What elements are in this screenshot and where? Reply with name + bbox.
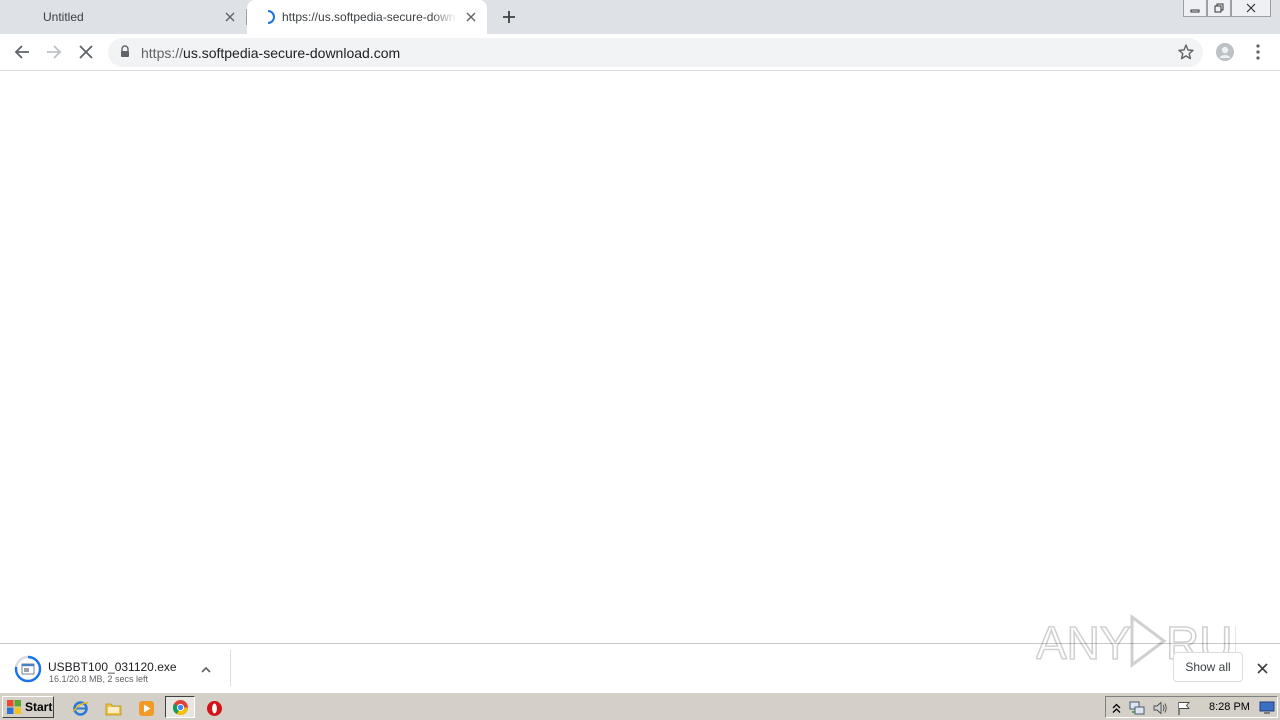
- star-icon[interactable]: [1177, 43, 1195, 61]
- start-label: Start: [25, 700, 53, 714]
- download-separator: [230, 650, 231, 686]
- lock-icon: [121, 45, 129, 57]
- tab-title: Untitled: [43, 10, 84, 24]
- opera-launcher[interactable]: [204, 698, 224, 718]
- new-tab-button[interactable]: [498, 6, 520, 28]
- restore-button[interactable]: [1207, 0, 1231, 17]
- browser-toolbar: https://us.softpedia-secure-download.com: [0, 34, 1280, 71]
- download-progress-icon: [14, 655, 42, 683]
- folder-icon: [105, 703, 121, 715]
- system-tray: 8:28 PM: [1105, 696, 1278, 718]
- windows-logo-icon: [7, 700, 21, 714]
- close-icon: [1256, 662, 1268, 674]
- taskbar: Start 8:28 PM: [0, 692, 1280, 720]
- close-icon: [79, 45, 93, 59]
- download-item[interactable]: USBBT100_031120.exe 16.1/20.8 MB, 2 secs…: [8, 647, 230, 689]
- tab-untitled[interactable]: Untitled: [0, 0, 246, 34]
- show-all-downloads-button[interactable]: Show all: [1173, 652, 1243, 682]
- internet-explorer-icon: [71, 700, 88, 716]
- explorer-launcher[interactable]: [103, 698, 123, 718]
- tab-strip: Untitled https://us.softpedia-secure-dow…: [0, 0, 1280, 34]
- download-filename: USBBT100_031120.exe: [48, 660, 177, 674]
- url-host: us.softpedia-secure-download.com: [183, 45, 401, 61]
- taskbar-clock[interactable]: 8:28 PM: [1209, 701, 1250, 713]
- download-status: 16.1/20.8 MB, 2 secs left: [49, 674, 149, 684]
- arrow-left-icon: [14, 45, 29, 59]
- forward-button[interactable]: [40, 38, 68, 66]
- download-options-button[interactable]: [198, 661, 214, 677]
- opera-icon: [206, 700, 222, 716]
- back-button[interactable]: [8, 38, 36, 66]
- network-icon: [1129, 701, 1145, 715]
- chevron-up-icon: [201, 666, 211, 673]
- network-tray-button[interactable]: [1129, 700, 1145, 716]
- more-vertical-icon: [1256, 44, 1260, 60]
- action-center-tray-button[interactable]: [1176, 700, 1192, 716]
- avatar-icon: [1216, 43, 1234, 61]
- tab-title: https://us.softpedia-secure-download.com: [282, 10, 457, 24]
- internet-explorer-launcher[interactable]: [70, 698, 90, 718]
- download-shelf: USBBT100_031120.exe 16.1/20.8 MB, 2 secs…: [0, 614, 1280, 691]
- browser-window: Untitled https://us.softpedia-secure-dow…: [0, 0, 1280, 720]
- chevron-up-icon: [1112, 703, 1120, 713]
- page-content: [0, 72, 1280, 643]
- close-shelf-button[interactable]: [1252, 658, 1272, 678]
- media-player-icon: [138, 700, 154, 716]
- tab-softpedia[interactable]: https://us.softpedia-secure-download.com: [247, 0, 487, 34]
- url-scheme: https://: [141, 45, 184, 61]
- speaker-icon: [1153, 701, 1167, 715]
- restore-icon: [1214, 3, 1224, 13]
- close-icon: [1246, 3, 1256, 13]
- plus-icon: [503, 11, 515, 23]
- address-bar[interactable]: https://us.softpedia-secure-download.com: [108, 38, 1203, 67]
- monitor-icon: [1259, 701, 1275, 714]
- url-text[interactable]: https://us.softpedia-secure-download.com: [141, 45, 400, 61]
- show-hidden-icons-button[interactable]: [1108, 700, 1124, 716]
- close-window-button[interactable]: [1231, 0, 1271, 17]
- close-tab-icon[interactable]: [463, 9, 479, 25]
- minimize-icon: [1190, 9, 1200, 13]
- profile-button[interactable]: [1211, 38, 1239, 66]
- flag-icon: [1178, 702, 1190, 715]
- volume-tray-button[interactable]: [1152, 700, 1168, 716]
- media-player-launcher[interactable]: [136, 698, 156, 718]
- minimize-button[interactable]: [1183, 0, 1207, 17]
- stop-loading-button[interactable]: [72, 38, 100, 66]
- arrow-right-icon: [47, 45, 62, 59]
- close-tab-icon[interactable]: [222, 9, 238, 25]
- menu-button[interactable]: [1244, 38, 1272, 66]
- chrome-icon: [172, 699, 188, 715]
- start-button[interactable]: Start: [2, 696, 54, 718]
- chrome-taskbar-button[interactable]: [165, 696, 195, 718]
- show-desktop-button[interactable]: [1259, 700, 1275, 716]
- loading-spinner-icon: [267, 10, 275, 24]
- window-controls: [1183, 0, 1271, 18]
- svg-text:ANY: ANY: [1036, 617, 1131, 669]
